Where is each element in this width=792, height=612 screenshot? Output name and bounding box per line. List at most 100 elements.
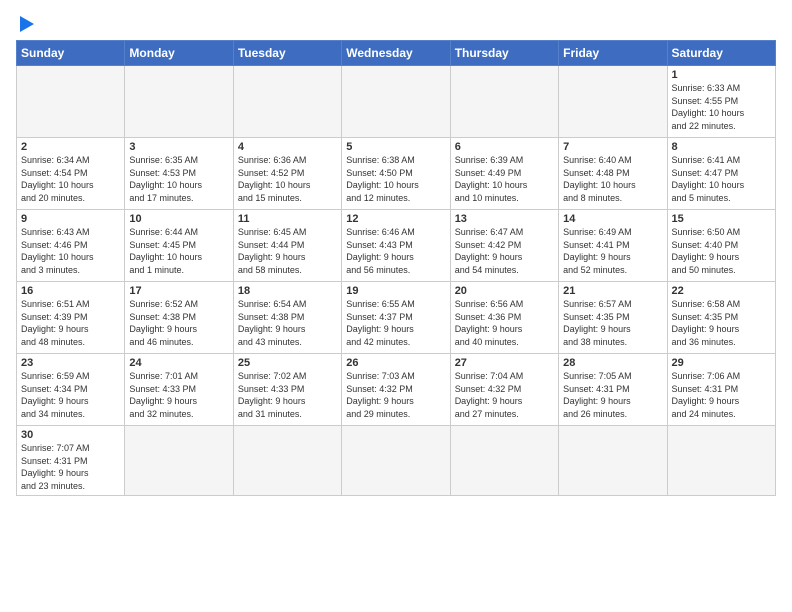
weekday-header: Sunday: [17, 41, 125, 66]
day-number: 12: [346, 213, 445, 225]
day-info: Sunrise: 6:46 AM Sunset: 4:43 PM Dayligh…: [346, 226, 445, 276]
weekday-header: Friday: [559, 41, 667, 66]
calendar-day-cell: [233, 66, 341, 138]
day-info: Sunrise: 7:03 AM Sunset: 4:32 PM Dayligh…: [346, 370, 445, 420]
calendar-day-cell: 28Sunrise: 7:05 AM Sunset: 4:31 PM Dayli…: [559, 354, 667, 426]
calendar-day-cell: [125, 66, 233, 138]
calendar-week-row: 30Sunrise: 7:07 AM Sunset: 4:31 PM Dayli…: [17, 426, 776, 496]
day-number: 8: [672, 141, 771, 153]
calendar-day-cell: [342, 66, 450, 138]
calendar-day-cell: 23Sunrise: 6:59 AM Sunset: 4:34 PM Dayli…: [17, 354, 125, 426]
calendar-day-cell: [17, 66, 125, 138]
calendar-day-cell: 11Sunrise: 6:45 AM Sunset: 4:44 PM Dayli…: [233, 210, 341, 282]
day-number: 10: [129, 213, 228, 225]
calendar-day-cell: 19Sunrise: 6:55 AM Sunset: 4:37 PM Dayli…: [342, 282, 450, 354]
calendar-day-cell: 27Sunrise: 7:04 AM Sunset: 4:32 PM Dayli…: [450, 354, 558, 426]
weekday-header: Monday: [125, 41, 233, 66]
day-number: 4: [238, 141, 337, 153]
calendar-day-cell: 7Sunrise: 6:40 AM Sunset: 4:48 PM Daylig…: [559, 138, 667, 210]
day-info: Sunrise: 6:43 AM Sunset: 4:46 PM Dayligh…: [21, 226, 120, 276]
calendar-day-cell: 9Sunrise: 6:43 AM Sunset: 4:46 PM Daylig…: [17, 210, 125, 282]
calendar-day-cell: 30Sunrise: 7:07 AM Sunset: 4:31 PM Dayli…: [17, 426, 125, 496]
calendar-table: SundayMondayTuesdayWednesdayThursdayFrid…: [16, 40, 776, 496]
day-info: Sunrise: 7:02 AM Sunset: 4:33 PM Dayligh…: [238, 370, 337, 420]
calendar-day-cell: 3Sunrise: 6:35 AM Sunset: 4:53 PM Daylig…: [125, 138, 233, 210]
day-info: Sunrise: 6:55 AM Sunset: 4:37 PM Dayligh…: [346, 298, 445, 348]
day-info: Sunrise: 6:47 AM Sunset: 4:42 PM Dayligh…: [455, 226, 554, 276]
day-number: 28: [563, 357, 662, 369]
day-number: 9: [21, 213, 120, 225]
day-number: 13: [455, 213, 554, 225]
day-number: 29: [672, 357, 771, 369]
calendar-day-cell: [125, 426, 233, 496]
day-number: 15: [672, 213, 771, 225]
day-info: Sunrise: 6:52 AM Sunset: 4:38 PM Dayligh…: [129, 298, 228, 348]
day-info: Sunrise: 6:45 AM Sunset: 4:44 PM Dayligh…: [238, 226, 337, 276]
day-info: Sunrise: 6:56 AM Sunset: 4:36 PM Dayligh…: [455, 298, 554, 348]
day-info: Sunrise: 6:35 AM Sunset: 4:53 PM Dayligh…: [129, 154, 228, 204]
calendar-day-cell: 26Sunrise: 7:03 AM Sunset: 4:32 PM Dayli…: [342, 354, 450, 426]
calendar-day-cell: 13Sunrise: 6:47 AM Sunset: 4:42 PM Dayli…: [450, 210, 558, 282]
header: [16, 16, 776, 32]
logo: [16, 16, 34, 32]
day-info: Sunrise: 6:50 AM Sunset: 4:40 PM Dayligh…: [672, 226, 771, 276]
day-info: Sunrise: 6:34 AM Sunset: 4:54 PM Dayligh…: [21, 154, 120, 204]
calendar-week-row: 2Sunrise: 6:34 AM Sunset: 4:54 PM Daylig…: [17, 138, 776, 210]
calendar-day-cell: 4Sunrise: 6:36 AM Sunset: 4:52 PM Daylig…: [233, 138, 341, 210]
calendar-day-cell: 24Sunrise: 7:01 AM Sunset: 4:33 PM Dayli…: [125, 354, 233, 426]
calendar-day-cell: [342, 426, 450, 496]
day-info: Sunrise: 6:59 AM Sunset: 4:34 PM Dayligh…: [21, 370, 120, 420]
calendar-day-cell: 2Sunrise: 6:34 AM Sunset: 4:54 PM Daylig…: [17, 138, 125, 210]
day-number: 24: [129, 357, 228, 369]
calendar-day-cell: 29Sunrise: 7:06 AM Sunset: 4:31 PM Dayli…: [667, 354, 775, 426]
weekday-header: Wednesday: [342, 41, 450, 66]
day-number: 5: [346, 141, 445, 153]
day-info: Sunrise: 6:38 AM Sunset: 4:50 PM Dayligh…: [346, 154, 445, 204]
calendar-day-cell: [559, 66, 667, 138]
day-info: Sunrise: 6:39 AM Sunset: 4:49 PM Dayligh…: [455, 154, 554, 204]
calendar-header-row: SundayMondayTuesdayWednesdayThursdayFrid…: [17, 41, 776, 66]
calendar-day-cell: 14Sunrise: 6:49 AM Sunset: 4:41 PM Dayli…: [559, 210, 667, 282]
day-info: Sunrise: 6:58 AM Sunset: 4:35 PM Dayligh…: [672, 298, 771, 348]
day-number: 1: [672, 69, 771, 81]
day-number: 11: [238, 213, 337, 225]
calendar-week-row: 16Sunrise: 6:51 AM Sunset: 4:39 PM Dayli…: [17, 282, 776, 354]
calendar-day-cell: [233, 426, 341, 496]
day-info: Sunrise: 6:54 AM Sunset: 4:38 PM Dayligh…: [238, 298, 337, 348]
day-info: Sunrise: 6:49 AM Sunset: 4:41 PM Dayligh…: [563, 226, 662, 276]
calendar-week-row: 1Sunrise: 6:33 AM Sunset: 4:55 PM Daylig…: [17, 66, 776, 138]
calendar-day-cell: 10Sunrise: 6:44 AM Sunset: 4:45 PM Dayli…: [125, 210, 233, 282]
day-info: Sunrise: 7:01 AM Sunset: 4:33 PM Dayligh…: [129, 370, 228, 420]
day-number: 19: [346, 285, 445, 297]
day-info: Sunrise: 6:41 AM Sunset: 4:47 PM Dayligh…: [672, 154, 771, 204]
day-info: Sunrise: 7:07 AM Sunset: 4:31 PM Dayligh…: [21, 442, 120, 492]
calendar-day-cell: [667, 426, 775, 496]
calendar-day-cell: [559, 426, 667, 496]
day-info: Sunrise: 6:36 AM Sunset: 4:52 PM Dayligh…: [238, 154, 337, 204]
logo-triangle-icon: [20, 16, 34, 32]
day-number: 17: [129, 285, 228, 297]
calendar-day-cell: 22Sunrise: 6:58 AM Sunset: 4:35 PM Dayli…: [667, 282, 775, 354]
calendar-day-cell: 6Sunrise: 6:39 AM Sunset: 4:49 PM Daylig…: [450, 138, 558, 210]
weekday-header: Tuesday: [233, 41, 341, 66]
day-number: 22: [672, 285, 771, 297]
day-number: 7: [563, 141, 662, 153]
day-info: Sunrise: 6:44 AM Sunset: 4:45 PM Dayligh…: [129, 226, 228, 276]
calendar-day-cell: 8Sunrise: 6:41 AM Sunset: 4:47 PM Daylig…: [667, 138, 775, 210]
calendar-day-cell: 21Sunrise: 6:57 AM Sunset: 4:35 PM Dayli…: [559, 282, 667, 354]
calendar-day-cell: 20Sunrise: 6:56 AM Sunset: 4:36 PM Dayli…: [450, 282, 558, 354]
day-number: 14: [563, 213, 662, 225]
calendar-day-cell: 16Sunrise: 6:51 AM Sunset: 4:39 PM Dayli…: [17, 282, 125, 354]
calendar-day-cell: [450, 426, 558, 496]
day-number: 23: [21, 357, 120, 369]
day-number: 27: [455, 357, 554, 369]
calendar-day-cell: 25Sunrise: 7:02 AM Sunset: 4:33 PM Dayli…: [233, 354, 341, 426]
day-info: Sunrise: 6:57 AM Sunset: 4:35 PM Dayligh…: [563, 298, 662, 348]
day-info: Sunrise: 6:33 AM Sunset: 4:55 PM Dayligh…: [672, 82, 771, 132]
day-number: 6: [455, 141, 554, 153]
calendar-day-cell: 17Sunrise: 6:52 AM Sunset: 4:38 PM Dayli…: [125, 282, 233, 354]
page: SundayMondayTuesdayWednesdayThursdayFrid…: [0, 0, 792, 612]
day-number: 20: [455, 285, 554, 297]
day-number: 30: [21, 429, 120, 441]
calendar-day-cell: 18Sunrise: 6:54 AM Sunset: 4:38 PM Dayli…: [233, 282, 341, 354]
